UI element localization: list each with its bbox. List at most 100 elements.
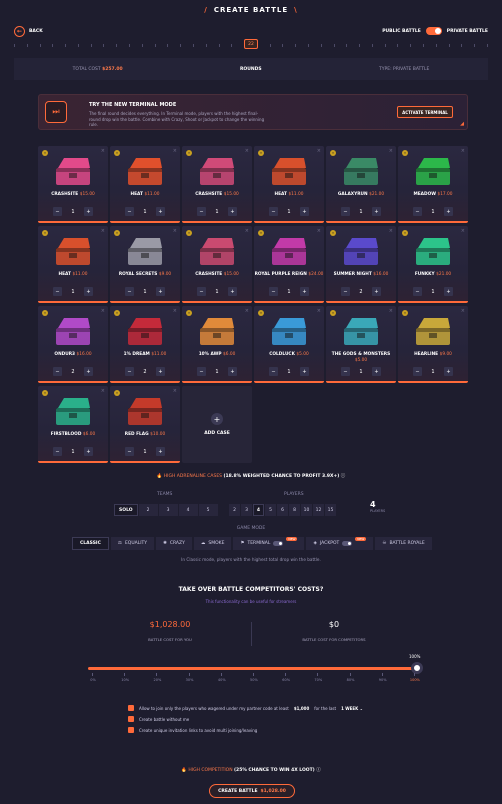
add-case-button[interactable]: + ADD CASE bbox=[182, 386, 252, 463]
case-card[interactable]: ✦ × CRASHSITE $15.00 − 1 + bbox=[38, 146, 108, 223]
remove-case-icon[interactable]: × bbox=[317, 228, 321, 234]
quantity-stepper[interactable]: − 1 + bbox=[53, 447, 93, 456]
round-tick[interactable] bbox=[282, 43, 284, 47]
player-option[interactable]: 8 bbox=[289, 504, 300, 516]
info-icon[interactable]: ⓘ bbox=[341, 474, 346, 479]
increase-button[interactable]: + bbox=[84, 367, 93, 376]
player-option[interactable]: 10 bbox=[301, 504, 312, 516]
back-button[interactable]: ← BACK bbox=[14, 25, 43, 37]
remove-case-icon[interactable]: × bbox=[389, 308, 393, 314]
case-card[interactable]: ✦ × HEARLINE $9.00 − 1 + bbox=[398, 306, 468, 383]
player-option[interactable]: 12 bbox=[313, 504, 324, 516]
quantity-stepper[interactable]: − 1 + bbox=[125, 287, 165, 296]
round-tick[interactable] bbox=[461, 43, 463, 47]
increase-button[interactable]: + bbox=[156, 207, 165, 216]
round-tick[interactable] bbox=[423, 43, 424, 47]
quantity-stepper[interactable]: − 1 + bbox=[197, 207, 237, 216]
takeover-slider-handle[interactable] bbox=[411, 662, 423, 674]
takeover-slider-track[interactable] bbox=[88, 667, 417, 670]
create-battle-button[interactable]: CREATE BATTLE $1,028.00 bbox=[209, 784, 295, 798]
game-mode-option[interactable]: CLASSIC bbox=[72, 537, 109, 550]
round-tick[interactable] bbox=[26, 43, 28, 47]
increase-button[interactable]: + bbox=[300, 207, 309, 216]
decrease-button[interactable]: − bbox=[125, 447, 134, 456]
round-tick[interactable] bbox=[231, 43, 233, 47]
player-option[interactable]: 4 bbox=[253, 504, 264, 516]
quantity-stepper[interactable]: − 1 + bbox=[269, 287, 309, 296]
round-tick[interactable] bbox=[77, 43, 79, 47]
amount-select[interactable]: $1,000 bbox=[294, 706, 309, 711]
remove-case-icon[interactable]: × bbox=[173, 308, 177, 314]
decrease-button[interactable]: − bbox=[341, 287, 350, 296]
round-tick[interactable] bbox=[307, 43, 309, 47]
remove-case-icon[interactable]: × bbox=[245, 228, 249, 234]
mode-toggle[interactable] bbox=[273, 541, 284, 546]
quantity-stepper[interactable]: − 1 + bbox=[341, 207, 381, 216]
quantity-stepper[interactable]: − 1 + bbox=[197, 287, 237, 296]
case-card[interactable]: ✦ × 10% AWP $6.00 − 1 + bbox=[182, 306, 252, 383]
quantity-stepper[interactable]: − 1 + bbox=[269, 367, 309, 376]
case-card[interactable]: ✦ × CRASHSITE $15.00 − 1 + bbox=[182, 146, 252, 223]
case-card[interactable]: ✦ × CRASHSITE $15.00 − 1 + bbox=[182, 226, 252, 303]
increase-button[interactable]: + bbox=[300, 367, 309, 376]
quantity-stepper[interactable]: − 1 + bbox=[413, 367, 453, 376]
decrease-button[interactable]: − bbox=[413, 287, 422, 296]
round-tick[interactable] bbox=[448, 43, 450, 47]
player-option[interactable]: 6 bbox=[277, 504, 288, 516]
round-tick[interactable] bbox=[346, 43, 348, 47]
round-tick[interactable] bbox=[205, 43, 207, 47]
player-option[interactable]: 2 bbox=[229, 504, 240, 516]
round-tick[interactable] bbox=[333, 43, 335, 47]
partner-code-option[interactable]: Allow to join only the players who wager… bbox=[128, 705, 363, 711]
increase-button[interactable]: + bbox=[156, 447, 165, 456]
increase-button[interactable]: + bbox=[84, 207, 93, 216]
quantity-stepper[interactable]: − 1 + bbox=[125, 207, 165, 216]
decrease-button[interactable]: − bbox=[413, 207, 422, 216]
round-tick[interactable] bbox=[167, 43, 169, 47]
quantity-stepper[interactable]: − 1 + bbox=[125, 447, 165, 456]
checkbox-checked-icon[interactable] bbox=[128, 727, 134, 733]
info-icon[interactable]: ⓘ bbox=[316, 768, 321, 773]
case-card[interactable]: ✦ × HEAT $11.00 − 1 + bbox=[110, 146, 180, 223]
round-tick[interactable] bbox=[103, 43, 105, 47]
remove-case-icon[interactable]: × bbox=[461, 228, 465, 234]
quantity-stepper[interactable]: − 2 + bbox=[125, 367, 165, 376]
increase-button[interactable]: + bbox=[300, 287, 309, 296]
game-mode-option[interactable]: ⚑ TERMINAL NEW bbox=[233, 536, 305, 550]
decrease-button[interactable]: − bbox=[413, 367, 422, 376]
decrease-button[interactable]: − bbox=[53, 287, 62, 296]
case-card[interactable]: ✦ × THE GODS & MONSTERS $5.00 − 1 + bbox=[326, 306, 396, 383]
remove-case-icon[interactable]: × bbox=[101, 308, 105, 314]
case-card[interactable]: ✦ × HEAT $11.00 − 1 + bbox=[38, 226, 108, 303]
round-tick[interactable] bbox=[90, 43, 92, 47]
player-option[interactable]: 15 bbox=[325, 504, 336, 516]
remove-case-icon[interactable]: × bbox=[101, 228, 105, 234]
game-mode-option[interactable]: ☁ SMOKE bbox=[193, 537, 232, 550]
case-card[interactable]: ✦ × ROYAL PURPLE REIGN $24.00 − 1 + bbox=[254, 226, 324, 303]
remove-case-icon[interactable]: × bbox=[245, 308, 249, 314]
activate-terminal-button[interactable]: ACTIVATE TERMINAL bbox=[397, 106, 453, 118]
round-tick[interactable] bbox=[154, 43, 156, 47]
decrease-button[interactable]: − bbox=[197, 207, 206, 216]
round-tick[interactable] bbox=[371, 43, 373, 47]
increase-button[interactable]: + bbox=[372, 207, 381, 216]
quantity-stepper[interactable]: − 1 + bbox=[413, 287, 453, 296]
game-mode-option[interactable]: ✺ CRAZY bbox=[156, 537, 192, 550]
decrease-button[interactable]: − bbox=[269, 287, 278, 296]
case-card[interactable]: ✦ × 1% DREAM $11.00 − 2 + bbox=[110, 306, 180, 383]
round-tick[interactable] bbox=[474, 43, 476, 47]
remove-case-icon[interactable]: × bbox=[173, 388, 177, 394]
team-option[interactable]: 5 bbox=[198, 504, 218, 516]
increase-button[interactable]: + bbox=[372, 287, 381, 296]
quantity-stepper[interactable]: − 1 + bbox=[413, 207, 453, 216]
decrease-button[interactable]: − bbox=[341, 367, 350, 376]
round-tick[interactable] bbox=[192, 43, 194, 47]
round-tick[interactable] bbox=[39, 43, 41, 47]
team-option[interactable]: 4 bbox=[178, 504, 198, 516]
decrease-button[interactable]: − bbox=[269, 207, 278, 216]
player-option[interactable]: 3 bbox=[241, 504, 252, 516]
increase-button[interactable]: + bbox=[228, 207, 237, 216]
round-tick[interactable] bbox=[410, 43, 412, 47]
round-tick[interactable] bbox=[486, 43, 488, 47]
quantity-stepper[interactable]: − 2 + bbox=[341, 287, 381, 296]
